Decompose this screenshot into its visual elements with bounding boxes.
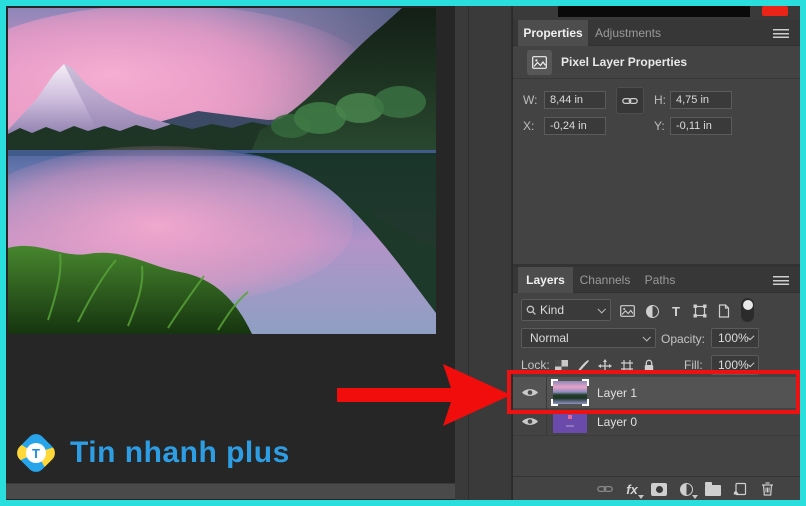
filter-kind-select[interactable]: Kind <box>521 299 611 321</box>
chevron-down-icon <box>597 305 606 314</box>
blend-mode-select[interactable]: Normal <box>521 328 656 348</box>
layers-bottom-bar: fx <box>513 476 800 500</box>
new-adjustment-layer-icon[interactable] <box>676 480 698 499</box>
layer-row-layer0[interactable]: Layer 0 <box>513 408 800 436</box>
new-layer-icon[interactable] <box>730 480 750 498</box>
tab-adjustments[interactable]: Adjustments <box>588 20 668 46</box>
properties-panel-menu-icon[interactable] <box>773 29 789 38</box>
landscape-photo <box>8 8 436 334</box>
tab-layers[interactable]: Layers <box>518 267 573 293</box>
y-label: Y: <box>654 119 665 133</box>
search-icon <box>526 305 536 315</box>
y-input[interactable] <box>670 117 732 135</box>
visibility-eye-icon[interactable] <box>513 408 547 435</box>
chevron-down-icon <box>642 333 651 342</box>
layer0-thumbnail[interactable] <box>553 410 587 433</box>
filter-smart-objects-icon[interactable] <box>714 302 734 320</box>
opacity-label: Opacity: <box>661 332 706 346</box>
width-label: W: <box>523 93 538 107</box>
x-label: X: <box>523 119 535 133</box>
layer-effects-fx-icon[interactable]: fx <box>622 480 644 499</box>
width-input[interactable] <box>544 91 606 109</box>
pixel-layer-icon <box>527 50 552 75</box>
height-label: H: <box>654 93 666 107</box>
canvas-photo <box>8 8 436 334</box>
layer1-name[interactable]: Layer 1 <box>597 386 637 400</box>
tab-properties[interactable]: Properties <box>518 20 588 46</box>
filter-type-layers-icon[interactable]: T <box>666 302 686 320</box>
tab-paths[interactable]: Paths <box>637 267 683 293</box>
watermark-text: Tin nhanh plus <box>70 436 290 469</box>
lock-pixels-brush-icon[interactable] <box>573 357 593 375</box>
filter-pixel-layers-icon[interactable] <box>617 302 637 320</box>
tab-channels[interactable]: Channels <box>573 267 637 293</box>
lock-all-padlock-icon[interactable] <box>639 357 659 375</box>
filter-shape-layers-icon[interactable] <box>690 302 710 320</box>
cutoff-black-bar <box>558 6 750 17</box>
properties-header: Pixel Layer Properties <box>513 46 800 79</box>
layer0-name[interactable]: Layer 0 <box>597 415 637 429</box>
link-dimensions-button[interactable] <box>616 87 644 114</box>
link-layers-icon[interactable] <box>595 480 615 498</box>
document-canvas: T Tin nhanh plus <box>6 6 512 500</box>
filter-adjustment-layers-icon[interactable] <box>642 302 662 320</box>
layer1-thumbnail[interactable] <box>551 379 589 406</box>
add-layer-mask-icon[interactable] <box>649 480 669 498</box>
watermark: T Tin nhanh plus <box>13 430 290 476</box>
delete-layer-trash-icon[interactable] <box>757 480 777 498</box>
document-status-bar <box>6 483 512 499</box>
properties-header-title: Pixel Layer Properties <box>561 55 688 69</box>
lock-artboard-icon[interactable] <box>617 357 637 375</box>
x-input[interactable] <box>544 117 606 135</box>
layers-panel-menu-icon[interactable] <box>773 276 789 285</box>
fill-label: Fill: <box>684 358 703 372</box>
lock-transparency-icon[interactable] <box>551 357 571 375</box>
lock-label: Lock: <box>521 358 550 372</box>
screenshot-frame: T Tin nhanh plus Properties Adjustments <box>0 0 806 506</box>
layers-tabbar: Layers Channels Paths <box>513 267 800 293</box>
cutoff-red-chip <box>762 6 788 16</box>
panel-dock: Properties Adjustments Pixel Layer Prope… <box>512 6 800 500</box>
height-input[interactable] <box>670 91 732 109</box>
opacity-select[interactable]: 100% <box>711 328 759 348</box>
filter-toggle-switch[interactable] <box>741 298 754 322</box>
layer-row-layer1[interactable]: Layer 1 <box>513 377 800 408</box>
lock-position-move-icon[interactable] <box>595 357 615 375</box>
chain-link-icon <box>622 97 638 104</box>
watermark-logo-icon: T <box>13 430 59 476</box>
panel-dock-gutter <box>455 6 512 500</box>
new-group-folder-icon[interactable] <box>703 480 723 498</box>
watermark-logo-letter: T <box>26 443 46 463</box>
visibility-eye-icon[interactable] <box>513 377 547 408</box>
properties-tabbar: Properties Adjustments <box>513 20 800 46</box>
fill-select[interactable]: 100% <box>711 355 759 375</box>
